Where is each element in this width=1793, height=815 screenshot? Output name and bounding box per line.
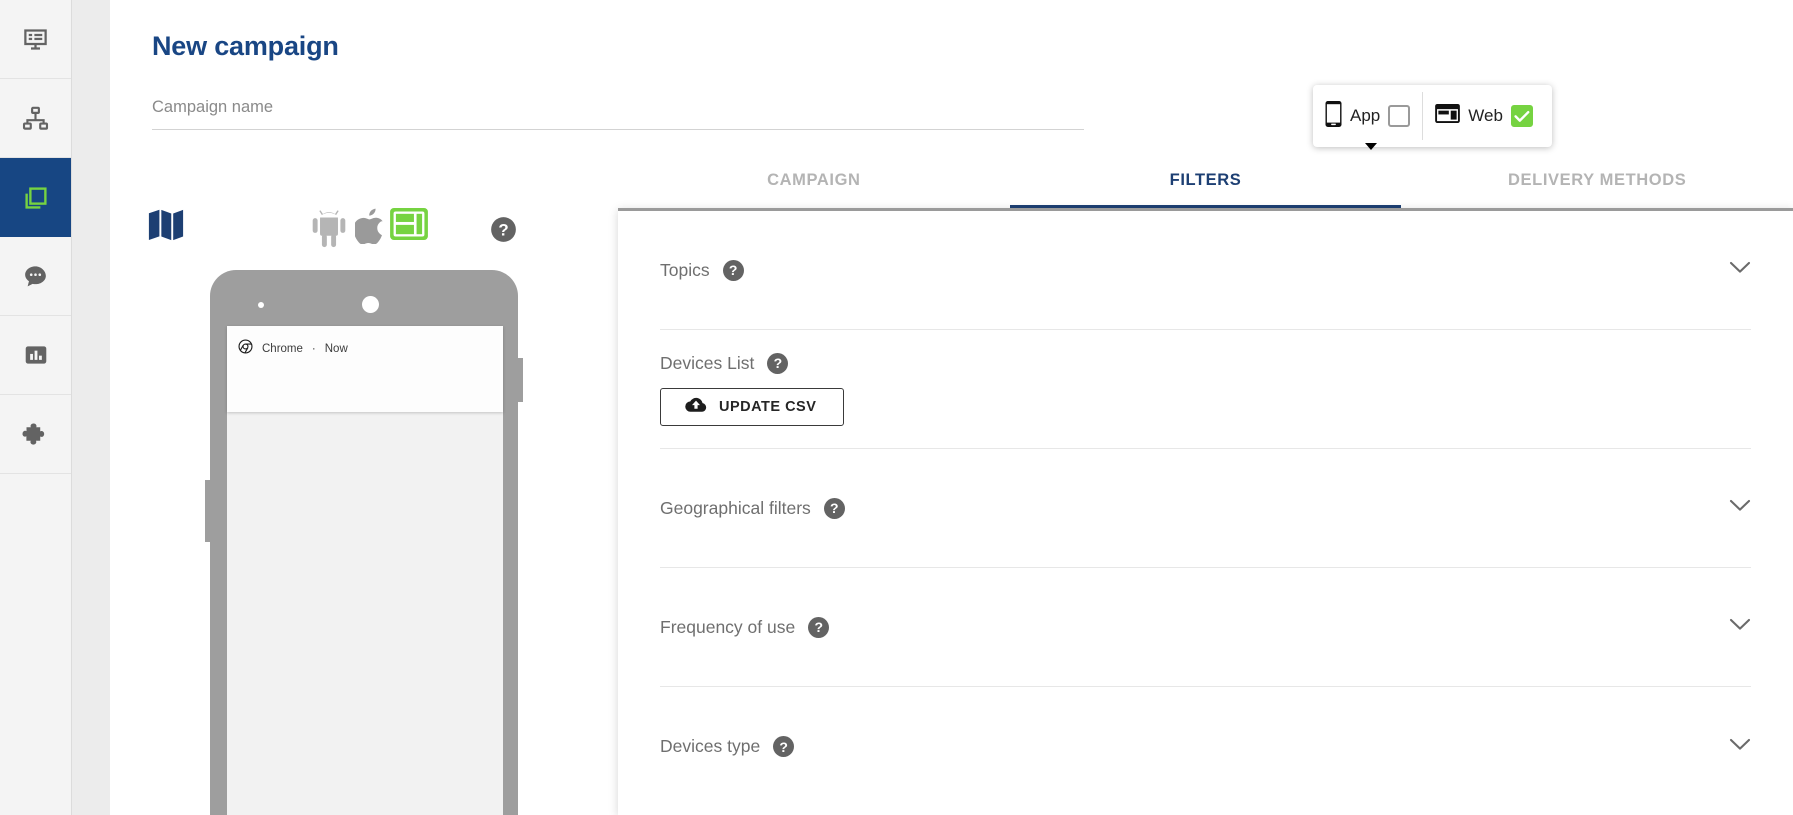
filter-row-devices-type[interactable]: Devices type ? [660, 687, 1751, 806]
notification-header: Chrome · Now [227, 326, 503, 359]
filter-label-devices-type: Devices type [660, 736, 761, 756]
apple-icon[interactable] [353, 208, 385, 249]
phone-screen: Chrome · Now [227, 326, 503, 815]
puzzle-piece-icon [22, 421, 49, 448]
content-area: New campaign App [110, 0, 1793, 815]
phone-side-button-right [518, 358, 523, 402]
web-icon[interactable] [390, 208, 428, 245]
mobile-phone-icon [1325, 100, 1342, 132]
map-icon[interactable] [148, 208, 184, 247]
filters-panel: Topics ? Devices List ? UPDATE CSV Geogr… [618, 208, 1793, 815]
chevron-down-icon-topics[interactable] [1729, 261, 1751, 279]
sidebar-item-messages[interactable] [0, 237, 71, 316]
filter-head: Topics ? [660, 259, 1751, 281]
notification-time: Now [324, 343, 348, 355]
chevron-down-icon-geographical-filters[interactable] [1729, 499, 1751, 517]
filter-row-devices-list[interactable]: Devices List ? UPDATE CSV [660, 330, 1751, 449]
tab-delivery-methods[interactable]: DELIVERY METHODS [1401, 160, 1793, 208]
dashboard-icon [22, 26, 49, 53]
platform-option-web[interactable]: Web [1423, 85, 1545, 147]
android-icon[interactable] [310, 208, 348, 253]
check-icon [1514, 110, 1530, 122]
page-title: New campaign [152, 31, 339, 61]
preview-icon-row: ? [142, 208, 597, 270]
help-icon-topics[interactable]: ? [722, 259, 744, 281]
filter-head: Devices type ? [660, 736, 1751, 757]
help-icon-geographical-filters[interactable]: ? [823, 497, 845, 519]
help-icon-devices-type[interactable]: ? [773, 736, 795, 757]
phone-preview: Chrome · Now [205, 270, 523, 815]
campaign-name-input[interactable] [152, 98, 1084, 130]
help-icon-devices-list[interactable]: ? [767, 352, 789, 374]
help-icon[interactable]: ? [490, 216, 517, 248]
tab-bar: CAMPAIGN FILTERS DELIVERY METHODS [618, 160, 1793, 208]
tab-filters[interactable]: FILTERS [1009, 160, 1402, 208]
phone-camera [362, 296, 379, 313]
sidebar-item-integrations[interactable] [0, 395, 71, 474]
tab-campaign[interactable]: CAMPAIGN [618, 160, 1010, 208]
platform-app-checkbox[interactable] [1388, 105, 1411, 127]
phone-sensor-dot [258, 302, 264, 308]
chevron-down-icon-frequency-of-use[interactable] [1729, 618, 1751, 636]
filter-head: Devices List ? [660, 352, 1751, 374]
platform-option-app[interactable]: App [1313, 85, 1422, 147]
sidebar-item-sitemap[interactable] [0, 79, 71, 158]
sidebar-item-campaigns[interactable] [0, 158, 71, 237]
platform-web-checkbox[interactable] [1510, 105, 1533, 127]
notification-app-name: Chrome [262, 343, 303, 355]
chrome-icon [238, 339, 253, 359]
filter-head: Geographical filters ? [660, 497, 1751, 519]
sitemap-icon [22, 105, 49, 132]
cloud-upload-icon [685, 396, 707, 417]
help-icon-frequency-of-use[interactable]: ? [808, 616, 830, 638]
chat-bubble-icon [22, 263, 49, 290]
app-root: New campaign App [0, 0, 1793, 815]
notification-preview-card[interactable]: Chrome · Now [227, 326, 503, 412]
phone-side-button-left [205, 480, 210, 542]
chevron-down-icon-devices-type[interactable] [1729, 738, 1751, 756]
layers-icon [21, 183, 51, 213]
update-csv-button-label: UPDATE CSV [719, 398, 817, 415]
platform-dropdown-caret-icon[interactable] [1365, 143, 1377, 150]
platform-toggle: App Web [1313, 85, 1552, 150]
sidebar-item-dashboard[interactable] [0, 0, 71, 79]
notification-separator: · [311, 343, 316, 355]
update-csv-button[interactable]: UPDATE CSV [660, 387, 844, 426]
filter-label-topics: Topics [660, 259, 710, 280]
filter-label-devices-list: Devices List [660, 352, 755, 373]
filter-row-frequency-of-use[interactable]: Frequency of use ? [660, 568, 1751, 687]
filter-row-topics[interactable]: Topics ? [660, 211, 1751, 330]
browser-window-icon [1435, 104, 1461, 128]
bar-chart-icon [23, 342, 49, 368]
filter-label-geographical-filters: Geographical filters [660, 497, 811, 518]
filter-label-frequency-of-use: Frequency of use [660, 616, 796, 637]
sidebar-item-analytics[interactable] [0, 316, 71, 395]
svg-text:?: ? [498, 221, 508, 240]
campaign-name-field-wrap [152, 98, 1084, 130]
filter-head: Frequency of use ? [660, 616, 1751, 638]
filter-row-geographical-filters[interactable]: Geographical filters ? [660, 449, 1751, 568]
main-sidebar [0, 0, 72, 815]
platform-web-label: Web [1468, 106, 1503, 125]
platform-app-label: App [1350, 106, 1381, 125]
